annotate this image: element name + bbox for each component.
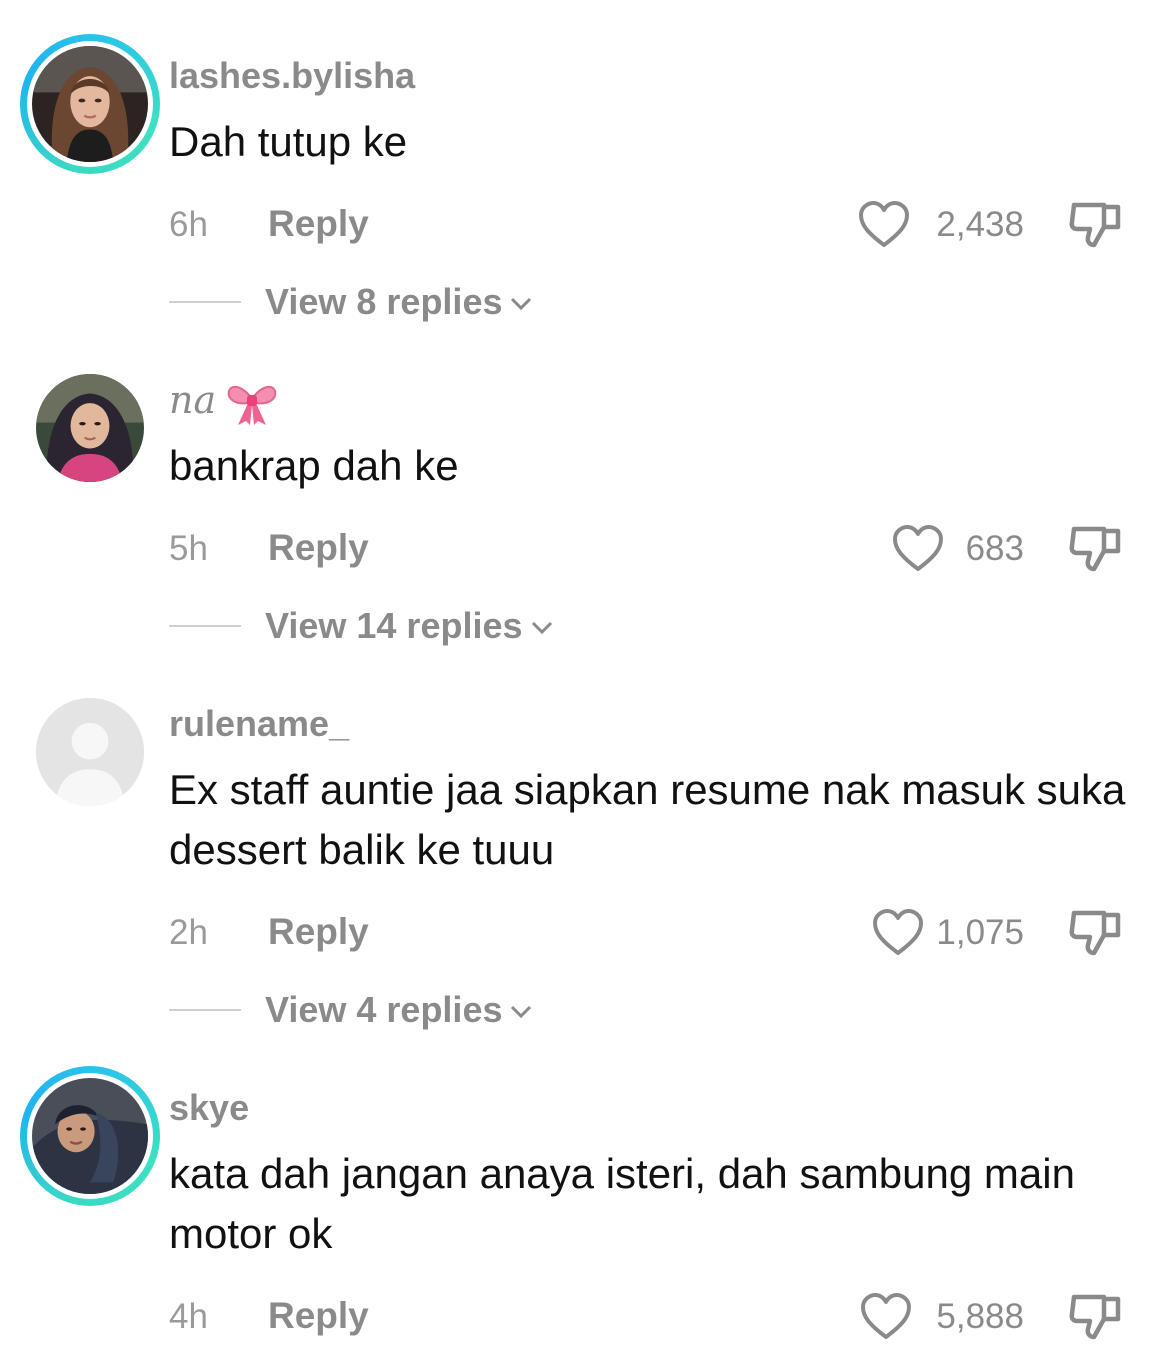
reply-button[interactable]: Reply [268, 911, 369, 953]
thumbs-down-outline-icon[interactable] [1068, 907, 1124, 959]
view-replies-label: View 8 replies [265, 281, 503, 322]
heart-outline-icon[interactable] [860, 1292, 912, 1342]
comment-text: kata dah jangan anaya isteri, dah sambun… [169, 1150, 1075, 1257]
avatar[interactable] [20, 682, 160, 822]
reply-button[interactable]: Reply [268, 203, 369, 245]
view-replies-label: View 14 replies [265, 605, 523, 646]
avatar-photo-woman-hijab [36, 374, 144, 482]
comment-text: bankrap dah ke [169, 442, 459, 489]
username-text: na [169, 378, 217, 422]
avatar[interactable] [20, 34, 160, 174]
comment-text: Dah tutup ke [169, 118, 408, 165]
default-avatar-icon [36, 698, 144, 806]
view-replies-label: View 4 replies [265, 989, 503, 1030]
avatar-photo-person [32, 1078, 148, 1194]
avatar[interactable] [20, 358, 160, 498]
chevron-down-icon [531, 622, 552, 635]
avatar-image [36, 374, 144, 482]
avatar[interactable] [20, 1066, 160, 1206]
view-replies-button[interactable]: View 14 replies [169, 605, 689, 646]
comment-time: 5h [169, 529, 208, 568]
avatar-image [32, 1078, 148, 1194]
like-count: 1,075 [936, 913, 1024, 952]
comment-username[interactable]: na [169, 378, 278, 427]
comment-time: 2h [169, 913, 208, 952]
chevron-down-icon [511, 298, 532, 311]
avatar-image [36, 698, 144, 806]
view-replies-button[interactable]: View 4 replies [169, 989, 669, 1030]
thumbs-down-outline-icon[interactable] [1068, 523, 1124, 575]
avatar-image [32, 46, 148, 162]
thumbs-down-outline-icon[interactable] [1068, 1291, 1124, 1343]
comment-username[interactable]: lashes.bylisha [169, 55, 415, 97]
heart-outline-icon[interactable] [892, 524, 944, 574]
reply-button[interactable]: Reply [268, 1295, 369, 1337]
like-count: 683 [965, 529, 1024, 568]
comment-username[interactable]: rulename_ [169, 703, 349, 745]
reply-button[interactable]: Reply [268, 527, 369, 569]
pink-ribbon-bow-emoji [227, 385, 277, 425]
heart-outline-icon[interactable] [858, 200, 910, 250]
chevron-down-icon [511, 1006, 532, 1019]
heart-outline-icon[interactable] [872, 908, 924, 958]
avatar-photo-woman [32, 46, 148, 162]
comment-username[interactable]: skye [169, 1087, 249, 1129]
comment-time: 4h [169, 1297, 208, 1336]
divider [169, 625, 241, 627]
like-count: 5,888 [936, 1297, 1024, 1336]
comment-time: 6h [169, 205, 208, 244]
view-replies-button[interactable]: View 8 replies [169, 281, 669, 322]
like-count: 2,438 [936, 205, 1024, 244]
comment-text: Ex staff auntie jaa siapkan resume nak m… [169, 766, 1126, 873]
divider [169, 1009, 241, 1011]
divider [169, 301, 241, 303]
thumbs-down-outline-icon[interactable] [1068, 199, 1124, 251]
